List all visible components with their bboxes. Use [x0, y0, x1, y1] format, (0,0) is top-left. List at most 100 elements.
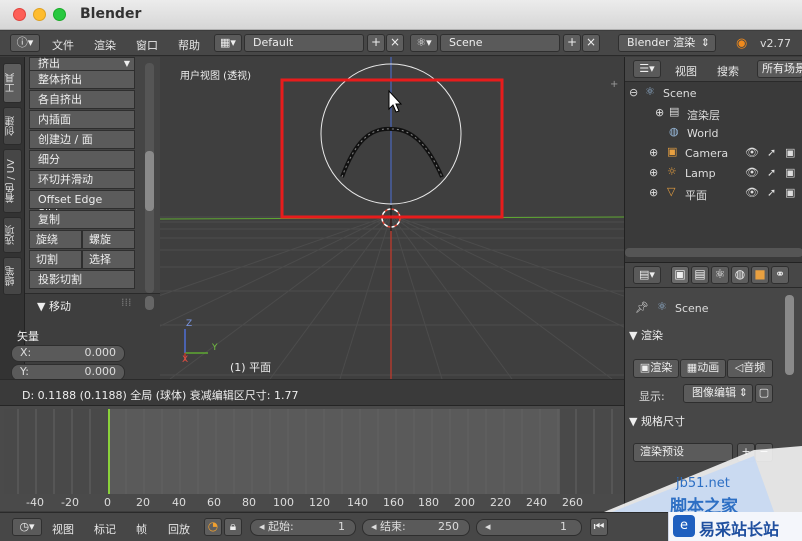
select-arrow-icon[interactable]: ➚ [767, 186, 776, 199]
end-frame-field[interactable]: ◂ 结束: 250 [362, 519, 470, 536]
scrollbar-thumb[interactable] [145, 151, 154, 211]
properties-editor-type-button[interactable]: ▤▾ [633, 266, 661, 284]
tool-screw[interactable]: 螺旋 [82, 230, 135, 249]
outliner-row-plane[interactable]: ⊕ ▽ 平面 👁︎ ➚ ▣ [625, 184, 802, 204]
scene-field[interactable]: Scene [440, 34, 560, 52]
jump-start-button[interactable]: ⏮ [590, 518, 608, 536]
menu-frame[interactable]: 帧 [136, 521, 147, 537]
tab-object[interactable]: ■ [751, 266, 769, 284]
tool-knife[interactable]: 切割 [29, 250, 82, 269]
operator-scrollbar[interactable] [145, 296, 154, 310]
visibility-eye-icon[interactable]: 👁︎ [745, 146, 759, 159]
add-scene-button[interactable]: + [563, 34, 581, 52]
outliner-row-camera[interactable]: ⊕ ▣ Camera 👁︎ ➚ ▣ [625, 144, 802, 164]
extrude-header[interactable]: 挤出 ▼ [29, 57, 135, 71]
scene-icon-button[interactable]: ⚛▾ [410, 34, 438, 52]
expand-icon[interactable]: ⊕ [655, 106, 664, 119]
tab-render-layers[interactable]: ▤ [691, 266, 709, 284]
tab-create[interactable]: 创建 [3, 107, 22, 145]
menu-render[interactable]: 渲染 [94, 37, 116, 53]
current-frame-field[interactable]: ◂ 1 [476, 519, 582, 536]
current-frame-line[interactable] [108, 409, 110, 497]
menu-help[interactable]: 帮助 [178, 37, 200, 53]
tab-constraints[interactable]: ⚭ [771, 266, 789, 284]
outliner-h-scrollbar[interactable] [625, 248, 802, 257]
tool-extrude-region[interactable]: 整体挤出 [29, 70, 135, 89]
outliner-row-render-layers[interactable]: ⊕ ▤ 渲染层 [625, 104, 802, 124]
screen-layout-icon-button[interactable]: ▦▾ [214, 34, 242, 52]
tool-duplicate[interactable]: 复制 [29, 210, 135, 229]
tab-grease-pencil[interactable]: 蜡笔 [3, 257, 22, 295]
outliner-menu-view[interactable]: 视图 [675, 63, 697, 79]
outliner-filter-select[interactable]: 所有场景 [757, 60, 802, 78]
menu-file[interactable]: 文件 [52, 37, 74, 53]
tab-scene[interactable]: ⚛ [711, 266, 729, 284]
collapse-icon[interactable]: ⊖ [629, 86, 638, 99]
menu-view[interactable]: 视图 [52, 521, 74, 537]
render-panel-header[interactable]: ▼ 渲染 [629, 327, 799, 347]
select-arrow-icon[interactable]: ➚ [767, 146, 776, 159]
visibility-eye-icon[interactable]: 👁︎ [745, 166, 759, 179]
tab-shading-uv[interactable]: 着色 / UV [3, 149, 22, 213]
render-button[interactable]: ▣渲染 [633, 359, 679, 378]
operator-panel-toggle[interactable]: ▼ 移动 [37, 298, 71, 314]
lock-interface-button[interactable]: ▢ [755, 384, 773, 403]
render-camera-icon[interactable]: ▣ [785, 166, 795, 179]
mesh-arc[interactable] [340, 126, 444, 178]
timeline-editor-type-button[interactable]: ◷▾ [12, 518, 42, 536]
tool-spin[interactable]: 旋绕 [29, 230, 82, 249]
properties-scrollbar[interactable] [785, 295, 794, 375]
region-toggle-icon[interactable]: + [610, 79, 618, 90]
outliner-row-world[interactable]: ◍ World [625, 124, 802, 144]
expand-icon[interactable]: ⊕ [649, 166, 658, 179]
screen-layout-field[interactable]: Default [244, 34, 364, 52]
remove-scene-button[interactable]: × [582, 34, 600, 52]
tab-options[interactable]: 选项 [3, 217, 22, 253]
menu-window[interactable]: 窗口 [136, 37, 158, 53]
tool-inset-faces[interactable]: 内插面 [29, 110, 135, 129]
tool-knife-project[interactable]: 投影切割 [29, 270, 135, 289]
toolshelf-scrollbar[interactable] [145, 63, 154, 293]
editor-type-button[interactable]: ⓘ▾ [10, 34, 40, 52]
tab-render[interactable]: ▣ [671, 266, 689, 284]
visibility-eye-icon[interactable]: 👁︎ [745, 186, 759, 199]
drag-handle-icon[interactable]: ⁞⁞⁞ [121, 296, 132, 309]
dimensions-panel-header[interactable]: ▼ 规格尺寸 [629, 413, 799, 433]
outliner-row-lamp[interactable]: ⊕ ☼ Lamp 👁︎ ➚ ▣ [625, 164, 802, 184]
animation-button[interactable]: ▦动画 [680, 359, 726, 378]
vector-x-field[interactable]: X: 0.000 [11, 345, 125, 362]
render-camera-icon[interactable]: ▣ [785, 146, 795, 159]
outliner-editor-type-button[interactable]: ☰▾ [633, 60, 661, 78]
tab-world[interactable]: ◍ [731, 266, 749, 284]
remove-screen-button[interactable]: × [386, 34, 404, 52]
tool-offset-edge-slide[interactable]: Offset Edge Slide [29, 190, 135, 220]
minimize-window-button[interactable] [33, 8, 46, 21]
tab-tools[interactable]: 工具 [3, 63, 22, 103]
menu-marker[interactable]: 标记 [94, 521, 116, 537]
viewport-canvas[interactable]: + [160, 57, 624, 379]
outliner-menu-search[interactable]: 搜索 [717, 63, 739, 79]
tool-loop-cut-slide[interactable]: 环切并滑动 [29, 170, 135, 189]
add-screen-button[interactable]: + [367, 34, 385, 52]
tool-subdivide[interactable]: 细分 [29, 150, 135, 169]
preview-range-button[interactable]: ◔ [204, 518, 222, 536]
lock-button[interactable]: 🔒︎ [224, 518, 242, 536]
pin-icon[interactable]: 📌︎ [635, 301, 649, 314]
close-window-button[interactable] [13, 8, 26, 21]
audio-button[interactable]: ◁音频 [727, 359, 773, 378]
start-frame-field[interactable]: ◂ 起始: 1 [250, 519, 356, 536]
zoom-window-button[interactable] [53, 8, 66, 21]
select-arrow-icon[interactable]: ➚ [767, 166, 776, 179]
expand-icon[interactable]: ⊕ [649, 186, 658, 199]
render-camera-icon[interactable]: ▣ [785, 186, 795, 199]
menu-playback[interactable]: 回放 [168, 521, 190, 537]
tool-make-edge-face[interactable]: 创建边 / 面 [29, 130, 135, 149]
outliner-row-scene[interactable]: ⊖ ⚛ Scene [625, 84, 802, 104]
display-mode-select[interactable]: 图像编辑 ⇕ [683, 384, 753, 403]
tool-extrude-individual[interactable]: 各自挤出 [29, 90, 135, 109]
tool-select[interactable]: 选择 [82, 250, 135, 269]
3d-viewport[interactable]: + 用户视图 (透视) Z Y X (1) 平面 [160, 57, 624, 379]
render-engine-select[interactable]: Blender 渲染 ⇕ [618, 34, 716, 52]
expand-icon[interactable]: ⊕ [649, 146, 658, 159]
outliner[interactable]: ☰▾ 视图 搜索 所有场景 ⊖ ⚛ Scene ⊕ ▤ 渲染层 ◍ World … [624, 57, 802, 262]
